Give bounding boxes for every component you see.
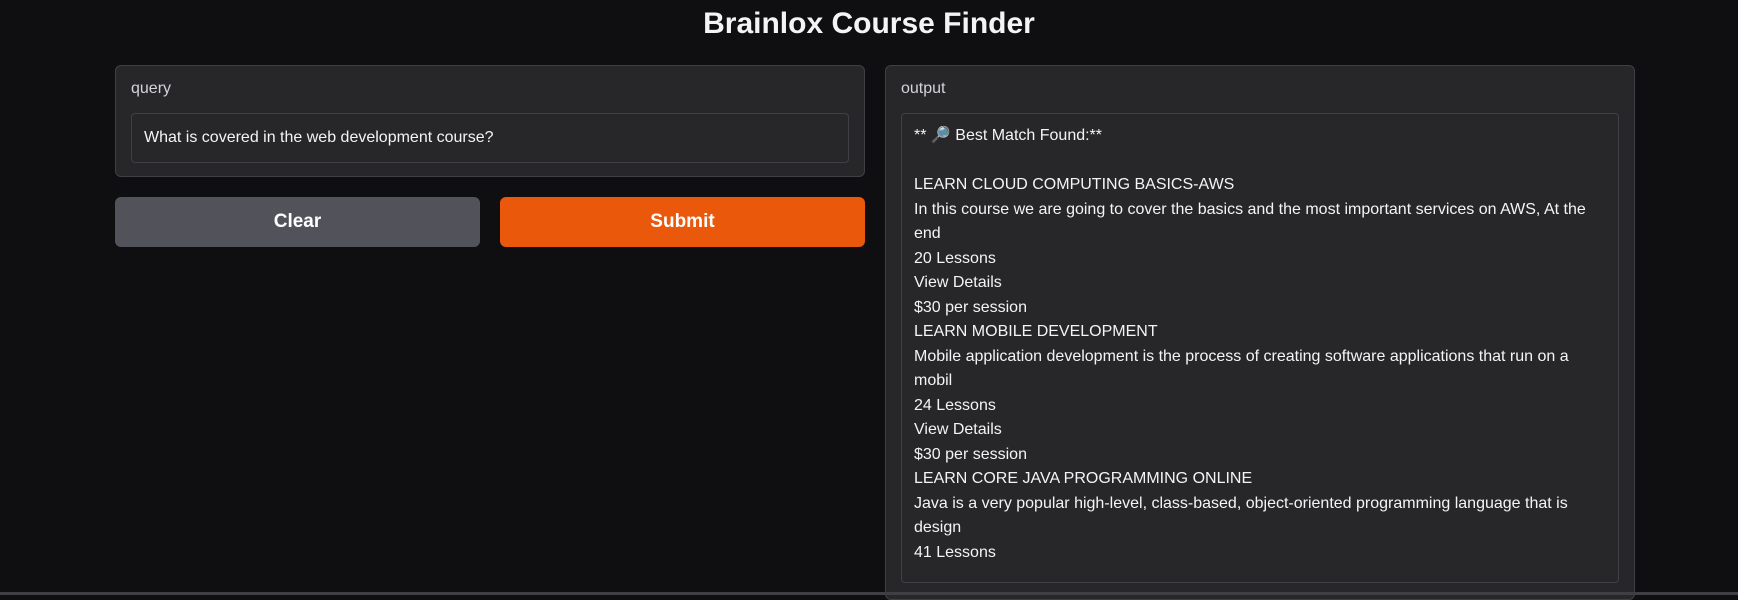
output-line: LEARN CORE JAVA PROGRAMMING ONLINE bbox=[914, 470, 1253, 487]
output-line: Java is a very popular high-level, class… bbox=[914, 494, 1573, 537]
output-line: 41 Lessons bbox=[914, 543, 996, 561]
page-title: Brainlox Course Finder bbox=[703, 7, 1035, 40]
output-line: 20 Lessons bbox=[914, 249, 996, 267]
output-line: 24 Lessons bbox=[914, 396, 996, 414]
output-textbox[interactable]: ** 🔎 Best Match Found:** LEARN CLOUD COM… bbox=[901, 113, 1619, 583]
query-input[interactable] bbox=[131, 113, 849, 163]
output-line: $30 per session bbox=[914, 445, 1027, 463]
output-line: LEARN MOBILE DEVELOPMENT bbox=[914, 323, 1158, 340]
output-line: In this course we are going to cover the… bbox=[914, 200, 1591, 243]
output-panel: output ** 🔎 Best Match Found:** LEARN CL… bbox=[885, 65, 1635, 600]
output-line: View Details bbox=[914, 274, 1002, 291]
query-label: query bbox=[131, 80, 172, 97]
output-line: View Details bbox=[914, 421, 1002, 438]
output-line: LEARN CLOUD COMPUTING BASICS-AWS bbox=[914, 176, 1235, 193]
clear-button[interactable]: Clear bbox=[115, 197, 480, 247]
output-label: output bbox=[901, 80, 946, 97]
output-line: ** 🔎 Best Match Found:** bbox=[914, 127, 1103, 144]
query-panel: query bbox=[115, 65, 865, 177]
submit-button[interactable]: Submit bbox=[500, 197, 865, 247]
output-line: $30 per session bbox=[914, 298, 1027, 316]
output-line: Mobile application development is the pr… bbox=[914, 347, 1574, 390]
